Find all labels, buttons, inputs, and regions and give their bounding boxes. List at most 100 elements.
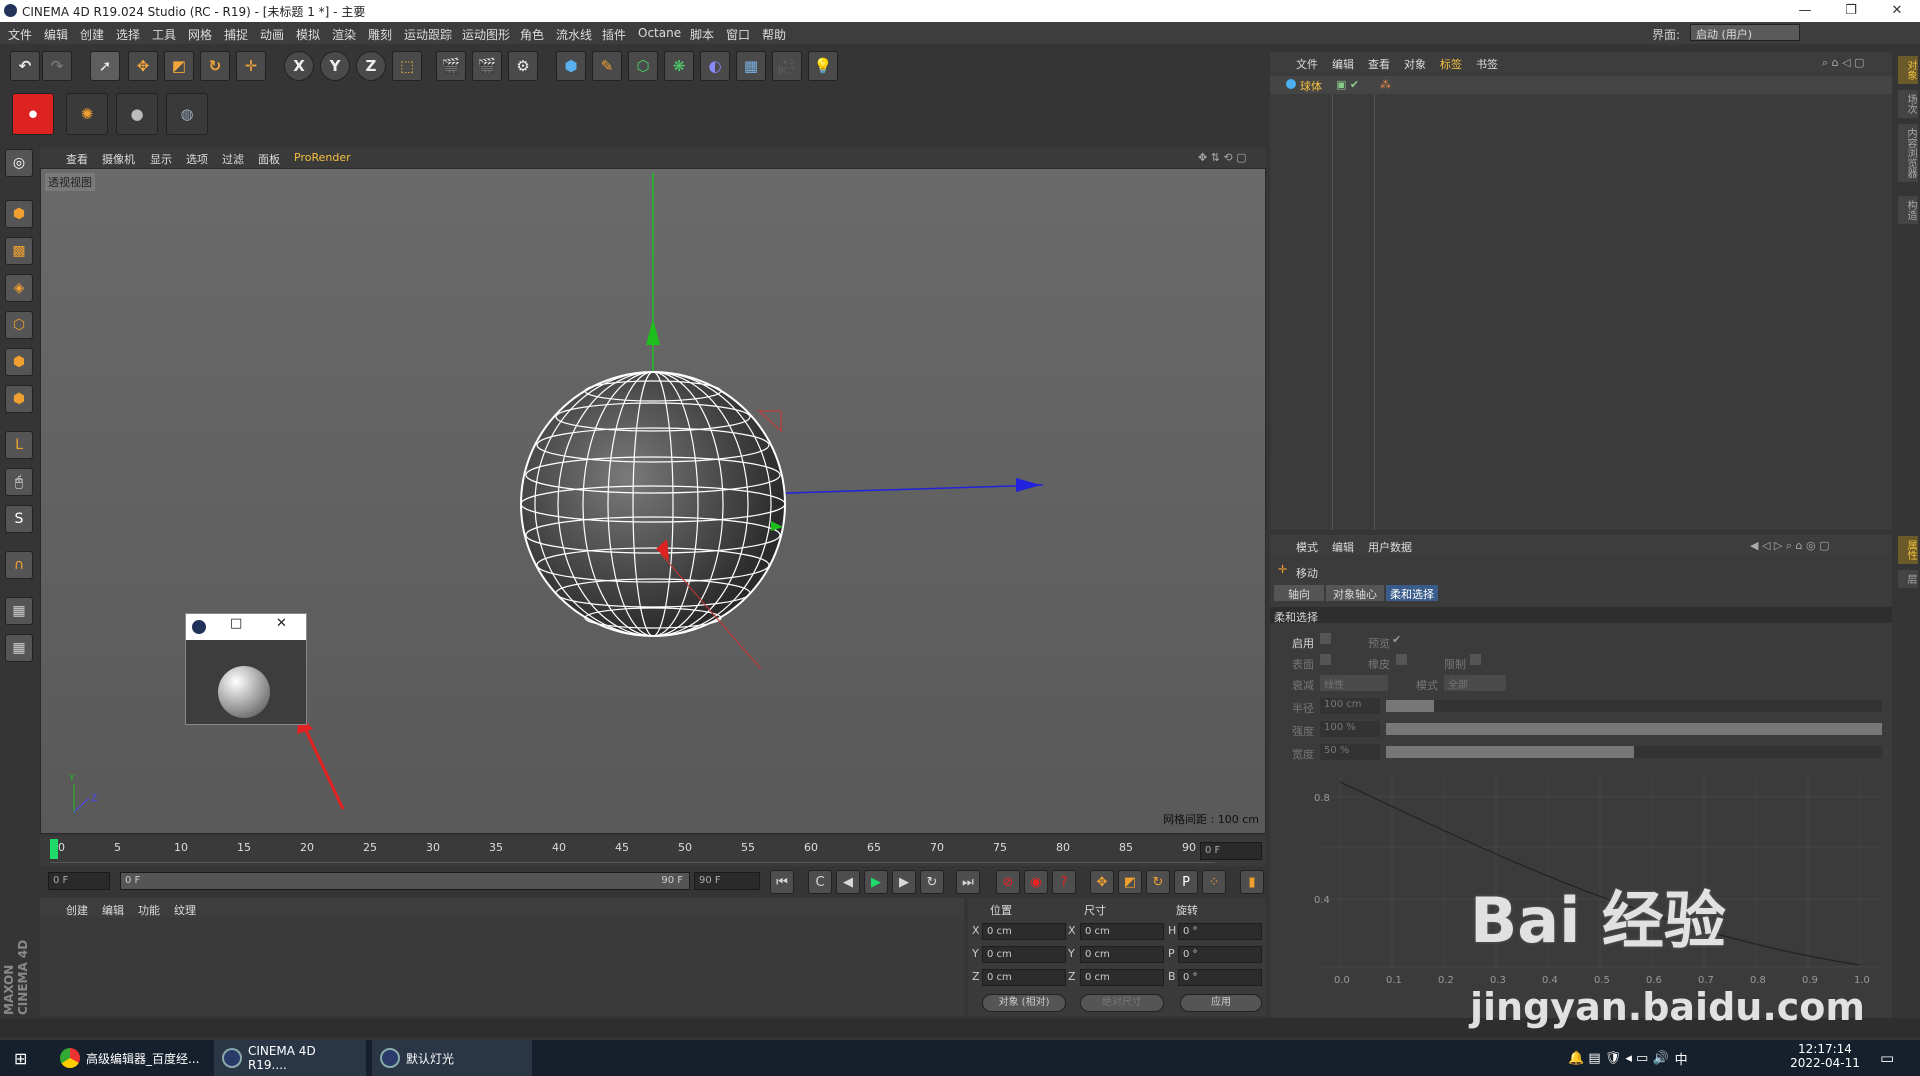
menu-sculpt[interactable]: 雕刻	[368, 26, 392, 43]
texture-mode-icon[interactable]: ▩	[5, 237, 33, 265]
ime-indicator[interactable]: 中	[1675, 1049, 1688, 1068]
start-frame-field[interactable]: 0 F	[48, 872, 110, 890]
select-cursor-icon[interactable]: ➚	[90, 51, 120, 81]
next-frame-icon[interactable]: ▶	[892, 870, 916, 894]
minimize-button[interactable]: —	[1782, 0, 1828, 22]
menu-character[interactable]: 角色	[520, 26, 544, 43]
key-pla-icon[interactable]: ⁘	[1202, 870, 1226, 894]
menu-animate[interactable]: 动画	[260, 26, 284, 43]
light-icon[interactable]: 💡	[808, 51, 838, 81]
size-z-field[interactable]: 0 cm	[1080, 969, 1164, 986]
key-position-icon[interactable]: ✥	[1090, 870, 1114, 894]
cube-primitive-icon[interactable]: ⬢	[556, 51, 586, 81]
width-slider[interactable]	[1386, 746, 1882, 758]
points-mode-icon[interactable]: ⬡	[5, 311, 33, 339]
om-menu-edit[interactable]: 编辑	[1332, 56, 1354, 72]
redo-icon[interactable]: ↷	[42, 51, 72, 81]
prev-frame-icon[interactable]: ◀	[836, 870, 860, 894]
prev-key-icon[interactable]: C	[808, 870, 832, 894]
pos-z-field[interactable]: 0 cm	[982, 969, 1066, 986]
workplane-icon[interactable]: ◈	[5, 274, 33, 302]
vp-menu-options[interactable]: 选项	[186, 151, 208, 167]
axis-mode-icon[interactable]: L	[5, 431, 33, 459]
am-menu-edit[interactable]: 编辑	[1332, 539, 1354, 555]
explosion-icon[interactable]: ✺	[66, 93, 108, 135]
menu-mograph[interactable]: 运动图形	[462, 26, 510, 43]
sphere-material-icon[interactable]: ●	[116, 93, 158, 135]
tab-soft-selection[interactable]: 柔和选择	[1386, 585, 1438, 601]
clock[interactable]: 12:17:14 2022-04-11	[1780, 1042, 1870, 1070]
am-nav-icons[interactable]: ◀ ◁ ▷ ⌕ ⌂ ◎ ▢	[1750, 539, 1830, 553]
make-editable-icon[interactable]: ◎	[5, 149, 33, 177]
object-row-sphere[interactable]: 球体 ▣ ✔ ⁂	[1270, 76, 1892, 94]
menu-edit[interactable]: 编辑	[44, 26, 68, 43]
size-mode-dropdown[interactable]: 绝对尺寸	[1080, 994, 1164, 1012]
vp-menu-view[interactable]: 查看	[66, 151, 88, 167]
grid-lock-icon[interactable]: ▦	[5, 597, 33, 625]
menu-select[interactable]: 选择	[116, 26, 140, 43]
goto-end-icon[interactable]: ⏭	[956, 870, 980, 894]
keyframe-selection-icon[interactable]: ?	[1052, 870, 1076, 894]
menu-script[interactable]: 脚本	[690, 26, 714, 43]
material-preview-sphere[interactable]	[218, 666, 270, 718]
record-key-icon[interactable]: ⊘	[996, 870, 1020, 894]
menu-octane[interactable]: Octane	[638, 26, 681, 40]
strength-slider[interactable]	[1386, 723, 1882, 735]
autokey-icon[interactable]: ◉	[1024, 870, 1048, 894]
pos-y-field[interactable]: 0 cm	[982, 946, 1066, 963]
tab-layers[interactable]: 层	[1898, 570, 1918, 588]
floor-icon[interactable]: ▦	[736, 51, 766, 81]
mat-menu-texture[interactable]: 纹理	[174, 902, 196, 918]
key-scale-icon[interactable]: ◩	[1118, 870, 1142, 894]
coordinate-system-icon[interactable]: ⬚	[392, 51, 422, 81]
om-menu-view[interactable]: 查看	[1368, 56, 1390, 72]
visibility-check-icon[interactable]: ▣ ✔	[1336, 78, 1359, 91]
floating-material-window[interactable]: □ ✕	[185, 613, 307, 725]
vp-nav-icons[interactable]: ✥ ⇅ ⟲ ▢	[1198, 151, 1247, 164]
menu-plugins[interactable]: 插件	[602, 26, 626, 43]
tweak-mode-icon[interactable]: 🖰	[5, 468, 33, 496]
strength-field[interactable]: 100 %	[1320, 721, 1380, 737]
deformer-icon[interactable]: ◐	[700, 51, 730, 81]
tab-object-axis[interactable]: 对象轴心	[1326, 585, 1384, 601]
om-menu-objects[interactable]: 对象	[1404, 56, 1426, 72]
polygons-mode-icon[interactable]: ⬢	[5, 385, 33, 413]
tag-icon[interactable]: ⁂	[1380, 78, 1391, 91]
menu-snap[interactable]: 捕捉	[224, 26, 248, 43]
menu-pipeline[interactable]: 流水线	[556, 26, 592, 43]
edges-mode-icon[interactable]: ⬢	[5, 348, 33, 376]
apply-button[interactable]: 应用	[1180, 994, 1262, 1012]
menu-motion-tracking[interactable]: 运动跟踪	[404, 26, 452, 43]
model-mode-icon[interactable]: ⬢	[5, 200, 33, 228]
array-icon[interactable]: ❋	[664, 51, 694, 81]
snap-icon[interactable]: S	[5, 505, 33, 533]
vp-menu-panel[interactable]: 面板	[258, 151, 280, 167]
goto-start-icon[interactable]: ⏮	[770, 870, 794, 894]
end-frame-field[interactable]: 90 F	[694, 872, 760, 890]
tab-attributes[interactable]: 属性	[1898, 536, 1918, 564]
y-axis-handle[interactable]	[646, 319, 660, 345]
tab-takes[interactable]: 场次	[1898, 90, 1918, 118]
menu-mesh[interactable]: 网格	[188, 26, 212, 43]
record-icon[interactable]: ⏺	[12, 93, 54, 135]
rotate-icon[interactable]: ↻	[200, 51, 230, 81]
maximize-button[interactable]: ❐	[1828, 0, 1874, 22]
taskbar-chrome[interactable]: 高级编辑器_百度经...	[52, 1040, 208, 1076]
render-settings-icon[interactable]: ⚙	[508, 51, 538, 81]
range-slider[interactable]: 0 F 90 F	[120, 872, 690, 890]
system-tray[interactable]: 🔔 ▤ 🛡 ◂ ▭ 🔊 中	[1560, 1040, 1740, 1076]
rot-h-field[interactable]: 0 °	[1178, 923, 1262, 940]
object-name[interactable]: 球体	[1300, 78, 1322, 94]
key-param-icon[interactable]: P	[1174, 870, 1198, 894]
vp-menu-filter[interactable]: 过滤	[222, 151, 244, 167]
mode-dropdown[interactable]: 全部	[1444, 675, 1506, 691]
grid-snap-icon[interactable]: ▦	[5, 634, 33, 662]
x-axis-handle[interactable]	[1016, 478, 1041, 492]
notification-icon[interactable]: ▭	[1872, 1040, 1912, 1076]
radius-field[interactable]: 100 cm	[1320, 698, 1380, 714]
subdivision-icon[interactable]: ⬡	[628, 51, 658, 81]
am-menu-userdata[interactable]: 用户数据	[1368, 539, 1412, 555]
restrict-checkbox[interactable]	[1470, 654, 1481, 665]
current-frame-field[interactable]: 0 F	[1200, 842, 1262, 860]
float-maximize-button[interactable]: □	[230, 616, 242, 631]
